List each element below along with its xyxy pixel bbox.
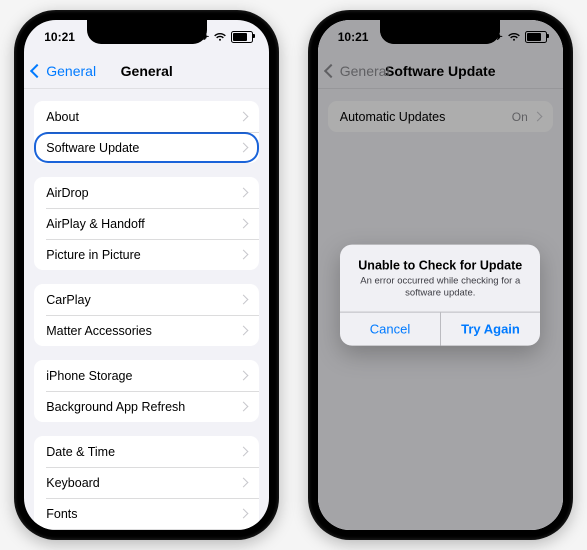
row-matter-accessories[interactable]: Matter Accessories bbox=[34, 315, 259, 346]
chevron-right-icon bbox=[239, 326, 249, 336]
row-label: AirDrop bbox=[46, 186, 88, 200]
try-again-button[interactable]: Try Again bbox=[440, 313, 541, 346]
row-iphone-storage[interactable]: iPhone Storage bbox=[34, 360, 259, 391]
chevron-right-icon bbox=[239, 478, 249, 488]
status-time: 10:21 bbox=[44, 30, 75, 44]
page-title: General bbox=[121, 63, 173, 79]
wifi-icon bbox=[213, 32, 227, 42]
row-keyboard[interactable]: Keyboard bbox=[34, 467, 259, 498]
row-background-app-refresh[interactable]: Background App Refresh bbox=[34, 391, 259, 422]
phone-right: 10:21 ✈ General Software Update Automati… bbox=[308, 10, 573, 540]
row-airplay-handoff[interactable]: AirPlay & Handoff bbox=[34, 208, 259, 239]
notch bbox=[380, 20, 500, 44]
back-button[interactable]: General bbox=[32, 63, 96, 79]
row-label: Picture in Picture bbox=[46, 248, 140, 262]
chevron-right-icon bbox=[239, 250, 249, 260]
row-software-update[interactable]: Software Update bbox=[34, 132, 259, 163]
cancel-button[interactable]: Cancel bbox=[340, 313, 440, 346]
row-label: About bbox=[46, 110, 79, 124]
row-language-region[interactable]: Language & Region bbox=[34, 529, 259, 530]
row-label: iPhone Storage bbox=[46, 369, 132, 383]
chevron-right-icon bbox=[239, 219, 249, 229]
row-airdrop[interactable]: AirDrop bbox=[34, 177, 259, 208]
chevron-right-icon bbox=[239, 402, 249, 412]
chevron-right-icon bbox=[239, 447, 249, 457]
row-label: Fonts bbox=[46, 507, 77, 521]
nav-bar: General General bbox=[24, 54, 269, 89]
chevron-right-icon bbox=[239, 371, 249, 381]
chevron-right-icon bbox=[239, 188, 249, 198]
row-label: Software Update bbox=[46, 141, 139, 155]
row-label: Matter Accessories bbox=[46, 324, 152, 338]
row-label: AirPlay & Handoff bbox=[46, 217, 144, 231]
row-label: CarPlay bbox=[46, 293, 90, 307]
row-date-time[interactable]: Date & Time bbox=[34, 436, 259, 467]
alert-title: Unable to Check for Update bbox=[352, 259, 528, 273]
back-label: General bbox=[46, 63, 96, 79]
row-label: Date & Time bbox=[46, 445, 115, 459]
chevron-right-icon bbox=[239, 143, 249, 153]
row-picture-in-picture[interactable]: Picture in Picture bbox=[34, 239, 259, 270]
chevron-left-icon bbox=[30, 64, 44, 78]
row-label: Keyboard bbox=[46, 476, 100, 490]
settings-list[interactable]: About Software Update AirDrop AirPlay & … bbox=[24, 89, 269, 530]
alert-message: An error occurred while checking for a s… bbox=[352, 276, 528, 300]
chevron-right-icon bbox=[239, 295, 249, 305]
notch bbox=[87, 20, 207, 44]
chevron-right-icon bbox=[239, 112, 249, 122]
phone-left: 10:21 ✈ General General About Software bbox=[14, 10, 279, 540]
chevron-right-icon bbox=[239, 509, 249, 519]
alert-dialog: Unable to Check for Update An error occu… bbox=[340, 245, 540, 346]
row-about[interactable]: About bbox=[34, 101, 259, 132]
row-fonts[interactable]: Fonts bbox=[34, 498, 259, 529]
row-label: Background App Refresh bbox=[46, 400, 185, 414]
battery-icon bbox=[231, 31, 253, 43]
row-carplay[interactable]: CarPlay bbox=[34, 284, 259, 315]
